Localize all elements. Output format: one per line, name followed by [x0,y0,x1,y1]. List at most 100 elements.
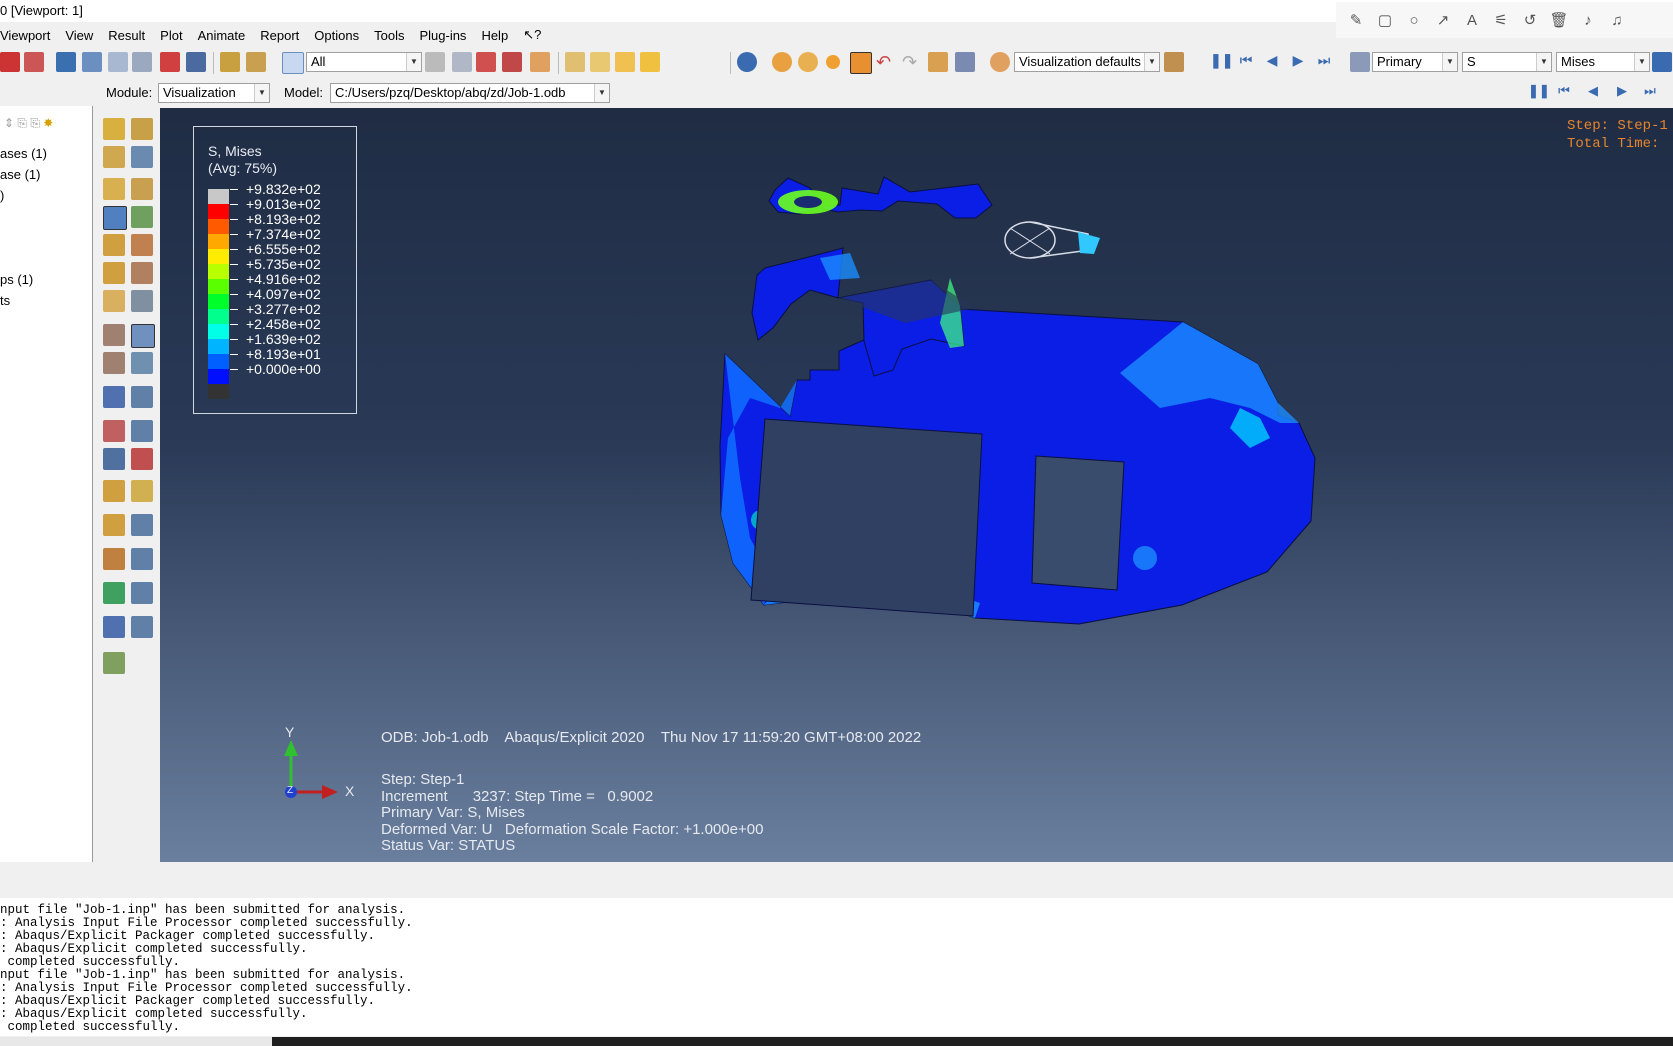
select-cursor-icon[interactable] [282,52,304,74]
arrow-icon[interactable]: ↗ [1433,11,1453,29]
text-icon[interactable]: A [1462,12,1482,29]
front-view-icon[interactable] [565,52,585,72]
module-select[interactable]: Visualization ▼ [158,83,270,103]
pause-icon[interactable]: ❚❚ [1528,83,1550,103]
menu-plot[interactable]: Plot [160,28,182,43]
xy-manager-icon[interactable] [131,420,153,442]
speaker-icon[interactable]: ♪ [1578,12,1598,29]
view-defaults-select[interactable]: Visualization defaults ▼ [1014,52,1160,72]
view-cut-icon[interactable] [772,52,792,72]
free-body-manager-icon[interactable] [131,548,153,570]
menu-report[interactable]: Report [260,28,299,43]
menu-help[interactable]: Help [481,28,508,43]
field-output-icon[interactable] [1350,52,1370,72]
first-frame-icon[interactable]: ⏮ [1554,83,1574,103]
magic-wand-icon[interactable]: ⚟ [1491,11,1511,29]
info-icon[interactable] [737,52,757,72]
view-cut-tool-icon[interactable] [103,514,125,536]
box-zoom-icon[interactable] [132,52,152,72]
pan-icon[interactable] [56,52,76,72]
sync-icon[interactable] [1652,52,1672,72]
auto-fit-icon[interactable] [160,52,180,72]
cycle-views-icon[interactable] [186,52,206,72]
path-icon[interactable] [103,448,125,470]
field-primary-select[interactable]: Primary ▼ [1372,52,1458,72]
pen-icon[interactable]: ✎ [1346,11,1366,29]
tree-item[interactable]: ase (1) [0,167,40,182]
table-icon[interactable] [955,52,975,72]
remove-icon[interactable] [502,52,522,72]
model-select[interactable]: C:/Users/pzq/Desktop/abq/zd/Job-1.odb ▼ [330,83,610,103]
coordinate-system-icon[interactable] [103,386,125,408]
step-icon[interactable] [131,118,153,140]
frame-icon[interactable] [103,118,125,140]
tree-item[interactable]: ps (1) [0,272,33,287]
zoom-icon[interactable] [108,52,128,72]
plot-options-icon[interactable] [131,290,153,312]
contour-icon[interactable] [103,206,127,230]
redo-icon[interactable]: ↷ [902,52,922,72]
tree-item[interactable]: ) [0,188,4,203]
menu-plugins[interactable]: Plug-ins [419,28,466,43]
save-icon[interactable] [0,52,20,72]
next-frame-icon[interactable]: ▶ [1612,83,1632,103]
sphere-icon[interactable] [826,55,840,69]
iso-view-icon[interactable] [590,52,610,72]
query-tool-icon[interactable] [103,652,125,674]
overlay-icon[interactable] [798,52,818,72]
stream-manager-icon[interactable] [131,480,153,502]
material-orientation-icon[interactable] [103,262,125,284]
animate-scale-icon[interactable] [103,352,125,374]
csys-manager-icon[interactable] [131,386,153,408]
multiple-plot-icon[interactable] [103,290,125,312]
sweep-manager-icon[interactable] [131,616,153,638]
palette-icon[interactable] [990,52,1010,72]
orientation-options-icon[interactable] [131,262,153,284]
symbol-icon[interactable] [103,234,125,256]
menu-animate[interactable]: Animate [198,28,246,43]
xy-data-icon[interactable] [103,420,125,442]
previous-frame-icon[interactable]: ◀ [1583,83,1603,103]
previous-frame-icon[interactable]: ◀ [1262,52,1282,72]
display-group-manager-icon[interactable] [131,582,153,604]
odb-icon[interactable] [103,146,125,168]
side-view-icon[interactable] [615,52,635,72]
undo-icon[interactable]: ↶ [876,52,896,72]
contour-options-icon[interactable] [131,206,153,228]
last-frame-icon[interactable]: ⏭ [1640,83,1660,103]
stream-icon[interactable] [103,480,125,502]
undeformed-icon[interactable] [103,178,125,200]
replace-icon[interactable] [452,52,472,72]
free-body-icon[interactable] [103,548,125,570]
rectangle-icon[interactable]: ▢ [1375,11,1395,29]
print-icon[interactable] [24,52,44,72]
menu-options[interactable]: Options [314,28,359,43]
next-frame-icon[interactable]: ▶ [1288,52,1308,72]
view-cut-manager-icon[interactable] [131,514,153,536]
tree-item[interactable]: ases (1) [0,146,47,161]
menu-result[interactable]: Result [108,28,145,43]
last-frame-icon[interactable]: ⏭ [1314,52,1334,72]
display-group-icon[interactable] [476,52,496,72]
tree-item[interactable]: ts [0,293,10,308]
pause-icon[interactable]: ❚❚ [1210,52,1233,72]
animate-time-icon[interactable] [131,324,155,348]
sweep-icon[interactable] [103,616,125,638]
field-variable-select[interactable]: S ▼ [1462,52,1552,72]
query-icon[interactable] [850,52,872,74]
field-invariant-select[interactable]: Mises ▼ [1556,52,1650,72]
message-area[interactable]: nput file "Job-1.inp" has been submitted… [0,898,1673,1036]
animate-icon[interactable] [103,324,125,346]
first-frame-icon[interactable]: ⏮ [1236,52,1256,72]
display-all-icon[interactable] [530,52,550,72]
selection-filter-select[interactable]: All ▼ [306,52,422,72]
render-style-icon[interactable] [246,52,266,72]
menu-view[interactable]: View [65,28,93,43]
trash-icon[interactable]: 🗑 [1549,11,1569,29]
transform-icon[interactable] [928,52,948,72]
display-options-icon[interactable] [1164,52,1184,72]
undo-icon[interactable]: ↺ [1520,11,1540,29]
menu-tools[interactable]: Tools [374,28,404,43]
symbol-options-icon[interactable] [131,234,153,256]
message-area-splitter[interactable] [0,862,1673,898]
